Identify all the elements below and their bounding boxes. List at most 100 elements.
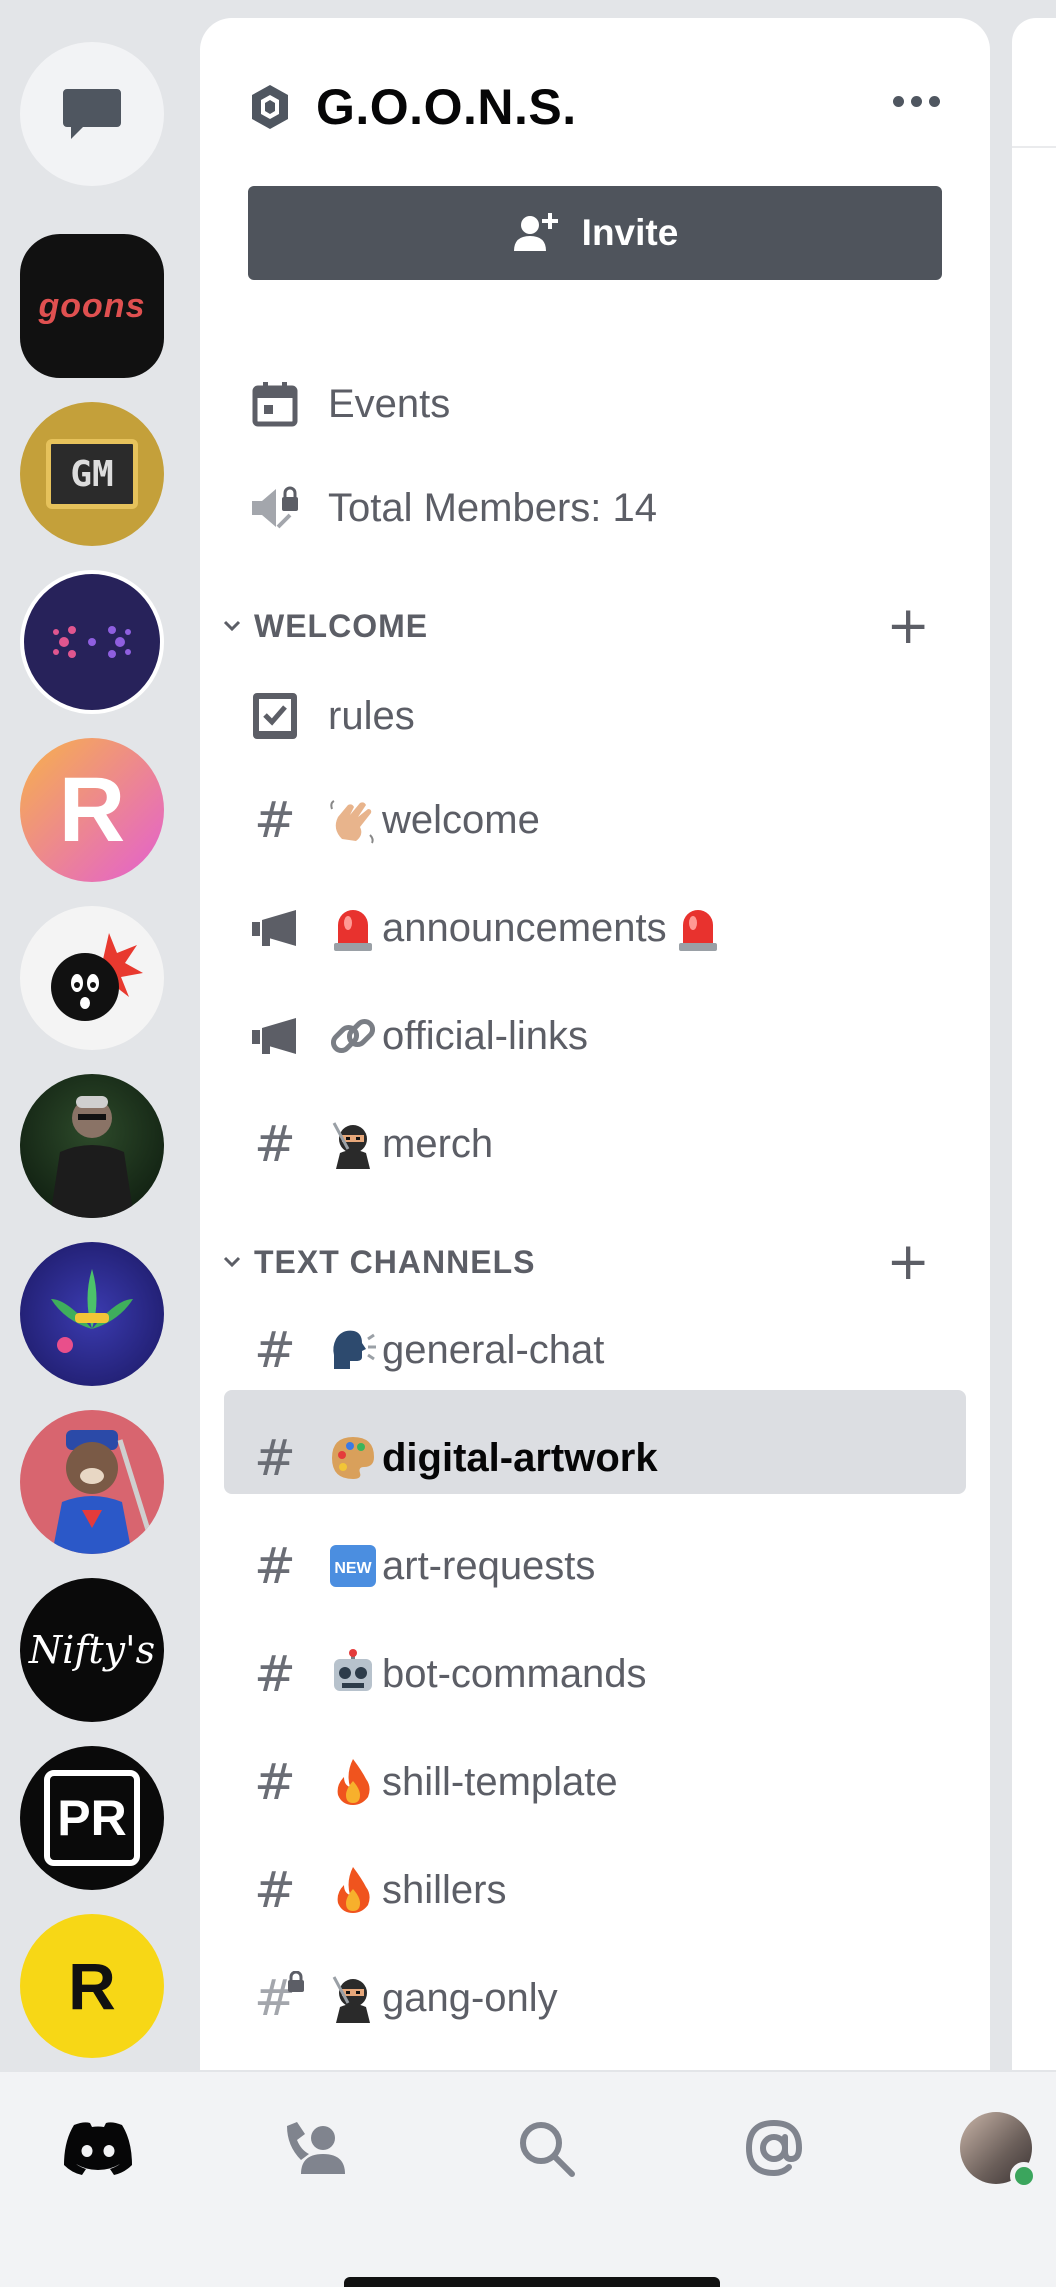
ninja-emoji-icon (332, 1976, 370, 2023)
hash-icon: # (254, 791, 296, 849)
server-icon-superhero[interactable] (20, 1410, 164, 1554)
server-pr-text: PR (57, 1790, 127, 1846)
add-user-icon (513, 213, 558, 251)
channel-digital-artwork[interactable]: # digital-artwork (248, 1418, 658, 1498)
hash-icon: # (254, 1321, 296, 1379)
channel-official-links[interactable]: official-links (248, 996, 588, 1076)
home-tab[interactable] (58, 2108, 138, 2188)
profile-tab[interactable] (958, 2110, 1038, 2190)
bottom-nav (0, 2070, 1056, 2287)
server-rail: goons GM R Nifty's PR R (0, 0, 200, 2070)
more-options-button[interactable] (893, 96, 940, 107)
megaphone-icon (248, 901, 302, 955)
server-goons-logo-text: goons (38, 286, 146, 325)
friends-tab[interactable] (276, 2108, 356, 2188)
server-niftys-text: Nifty's (28, 1628, 156, 1672)
infinity-dots-icon (53, 626, 131, 658)
server-header[interactable]: G.O.O.N.S. (246, 78, 577, 136)
server-icon-leaf[interactable] (20, 1242, 164, 1386)
category-label: WELCOME (254, 607, 429, 644)
channel-welcome[interactable]: # welcome (248, 780, 540, 860)
search-tab[interactable] (506, 2108, 586, 2188)
channel-art-requests[interactable]: # NEW art-requests (248, 1526, 595, 1606)
siren-emoji-icon (678, 910, 717, 951)
locked-hash-icon: # (248, 1971, 304, 2025)
server-name: G.O.O.N.S. (316, 79, 577, 135)
server-icon-r-yellow[interactable]: R (20, 1914, 164, 2058)
total-members-label: Total Members: 14 (328, 485, 658, 530)
ninja-emoji-icon (332, 1122, 370, 1169)
link-emoji-icon (330, 1018, 376, 1054)
speaking-head-emoji-icon (333, 1330, 376, 1369)
new-badge-emoji-icon: NEW (330, 1545, 376, 1587)
home-icon (64, 2122, 132, 2175)
matrix-character-icon (50, 1096, 134, 1218)
leaf-icon (51, 1269, 133, 1353)
channel-label: shillers (382, 1867, 507, 1912)
server-icon-goons[interactable]: goons (20, 234, 164, 378)
tv-icon: GM (46, 439, 138, 509)
server-icon-bomb[interactable] (20, 906, 164, 1050)
total-members-item[interactable]: Total Members: 14 (248, 468, 657, 548)
hash-icon: # (254, 1861, 296, 1919)
mentions-icon (745, 2119, 803, 2177)
server-icon-gm[interactable]: GM (20, 402, 164, 546)
svg-text:NEW: NEW (334, 1560, 372, 1577)
channel-label: announcements (382, 905, 667, 950)
pr-cube-logo: PR (44, 1770, 140, 1866)
chevron-down-icon (214, 1255, 250, 1269)
channel-label: rules (328, 693, 415, 738)
robot-emoji-icon (334, 1649, 372, 1691)
fire-emoji-icon (337, 1759, 370, 1805)
profile-avatar (960, 2112, 1038, 2190)
locked-speaker-icon (248, 481, 302, 535)
channel-label: general-chat (382, 1327, 605, 1372)
invite-button[interactable]: Invite (248, 186, 942, 280)
fire-emoji-icon (337, 1867, 370, 1913)
category-text-channels[interactable]: TEXT CHANNELS + (214, 1232, 942, 1292)
add-channel-icon[interactable]: + (886, 600, 930, 652)
server-icon-infinity[interactable] (20, 570, 164, 714)
hash-icon: # (254, 1537, 296, 1595)
hash-icon: # (254, 1645, 296, 1703)
channel-shill-template[interactable]: # shill-template (248, 1742, 618, 1822)
direct-messages-button[interactable] (20, 42, 164, 186)
hash-icon: # (254, 1115, 296, 1173)
hash-icon: # (254, 1429, 296, 1487)
more-dot-icon (893, 96, 904, 107)
channel-label: digital-artwork (382, 1435, 658, 1480)
siren-emoji-icon (334, 910, 372, 951)
server-icon-pr[interactable]: PR (20, 1746, 164, 1890)
invite-label: Invite (581, 212, 679, 253)
channel-general-chat[interactable]: # general-chat (248, 1310, 604, 1390)
hash-icon: # (254, 1753, 296, 1811)
channel-label: gang-only (382, 1975, 558, 2020)
megaphone-icon (248, 1009, 302, 1063)
channel-shillers[interactable]: # shillers (248, 1850, 506, 1930)
server-icon-matrix[interactable] (20, 1074, 164, 1218)
channel-rules[interactable]: rules (248, 676, 415, 756)
channel-merch[interactable]: # merch (248, 1104, 493, 1184)
chat-panel-peek[interactable] (1012, 18, 1056, 2070)
channel-announcements[interactable]: announcements (248, 888, 727, 968)
category-welcome[interactable]: WELCOME + (214, 596, 942, 656)
friends-icon (287, 2122, 345, 2174)
events-item[interactable]: Events (248, 364, 450, 444)
superhero-bear-icon (52, 1430, 151, 1554)
channel-panel: G.O.O.N.S. Invite Events Total Members: … (200, 18, 990, 2070)
home-indicator (344, 2277, 720, 2287)
more-dot-icon (911, 96, 922, 107)
channel-bot-commands[interactable]: # bot-commands (248, 1634, 647, 1714)
add-channel-icon[interactable]: + (886, 1236, 930, 1288)
category-label: TEXT CHANNELS (254, 1243, 536, 1280)
channel-label: shill-template (382, 1759, 618, 1804)
server-icon-r-gradient[interactable]: R (20, 738, 164, 882)
mentions-tab[interactable] (734, 2108, 814, 2188)
search-icon (520, 2122, 575, 2177)
server-r-letter: R (58, 758, 126, 861)
wave-emoji-icon (330, 800, 374, 844)
server-icon-niftys[interactable]: Nifty's (20, 1578, 164, 1722)
more-dot-icon (929, 96, 940, 107)
channel-gang-only[interactable]: # gang-only (248, 1958, 558, 2038)
channel-label: merch (382, 1121, 494, 1166)
